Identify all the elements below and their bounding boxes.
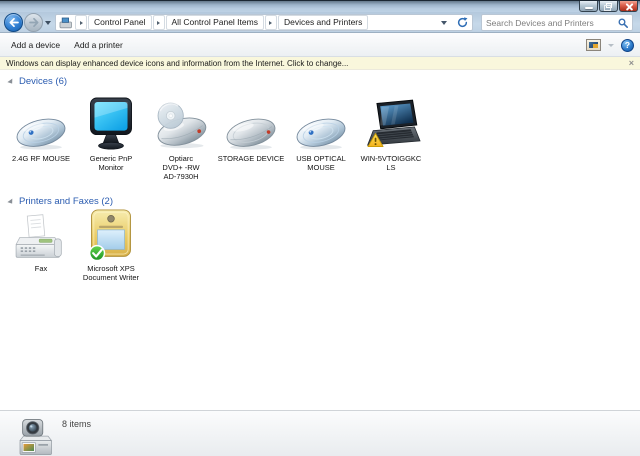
printer-tile-fax[interactable]: Fax (6, 206, 76, 282)
chevron-right-icon (269, 20, 273, 25)
breadcrumb-all-control-panel-items[interactable]: All Control Panel Items (165, 15, 264, 30)
device-tile-storage-device[interactable]: STORAGE DEVICE (216, 94, 286, 181)
dvd-drive-icon (154, 102, 210, 151)
minimize-button[interactable] (579, 1, 598, 12)
collapse-arrow-icon (7, 198, 15, 206)
devices-and-printers-window: Control Panel All Control Panel Items De… (0, 0, 640, 456)
device-label: Generic PnP Monitor (89, 154, 133, 172)
devices-collection-icon (13, 415, 55, 456)
info-bar-close-icon[interactable]: × (629, 58, 634, 68)
mouse-icon (293, 114, 349, 152)
add-a-device-button[interactable]: Add a device (4, 37, 67, 53)
change-view-button[interactable] (586, 39, 601, 51)
recent-pages-dropdown-icon[interactable] (45, 21, 51, 25)
search-icon[interactable] (618, 18, 628, 28)
devices-row: 2.4G RF MOUSE Generic PnP Monitor Optiar… (6, 94, 426, 181)
minimize-icon (585, 7, 593, 9)
devices-group-title: Devices (6) (19, 76, 68, 87)
details-pane: 8 items (0, 410, 640, 456)
info-bar-message: Windows can display enhanced device icon… (6, 58, 349, 68)
command-toolbar: Add a device Add a printer ? (0, 33, 640, 57)
device-tile-usb-optical-mouse[interactable]: USB OPTICAL MOUSE (286, 94, 356, 181)
items-count: 8 items (62, 419, 92, 429)
navigation-bar: Control Panel All Control Panel Items De… (0, 12, 640, 33)
monitor-icon (90, 97, 132, 150)
device-tile-generic-pnp-monitor[interactable]: Generic PnP Monitor (76, 94, 146, 181)
device-tile-optiarc-dvd-rw[interactable]: Optiarc DVD+ -RW AD-7930H (146, 94, 216, 181)
breadcrumb-separator[interactable] (152, 15, 165, 30)
refresh-icon (457, 17, 467, 28)
xps-printer-default-icon (88, 208, 132, 262)
back-button[interactable] (4, 13, 23, 32)
restore-icon (604, 3, 612, 11)
fax-icon (15, 214, 62, 258)
content-area: Devices (6) 2.4G RF MOUSE Generic PnP Mo… (0, 70, 640, 410)
close-button[interactable] (619, 1, 638, 12)
views-dropdown-icon[interactable] (608, 43, 614, 47)
printer-label: Microsoft XPS Document Writer (82, 264, 140, 282)
printer-label: Fax (34, 264, 48, 273)
device-label: USB OPTICAL MOUSE (296, 154, 346, 172)
breadcrumb-control-panel[interactable]: Control Panel (88, 15, 152, 30)
devices-group-header[interactable]: Devices (6) (7, 76, 68, 87)
search-input[interactable] (486, 17, 618, 28)
device-tile-24g-rf-mouse[interactable]: 2.4G RF MOUSE (6, 94, 76, 181)
chevron-right-icon (157, 20, 161, 25)
search-box (481, 14, 633, 31)
storage-device-icon (223, 114, 279, 152)
device-tile-win-5vtoiggkcls[interactable]: WIN-5VTOIGGKC LS (356, 94, 426, 181)
back-arrow-icon (9, 18, 19, 27)
device-label: 2.4G RF MOUSE (12, 154, 70, 163)
restore-button[interactable] (599, 1, 618, 12)
device-label: Optiarc DVD+ -RW AD-7930H (162, 154, 200, 181)
help-button[interactable]: ? (621, 38, 634, 52)
devices-and-printers-icon (59, 17, 72, 28)
laptop-warning-icon (367, 99, 421, 148)
forward-button[interactable] (24, 13, 43, 32)
info-bar[interactable]: Windows can display enhanced device icon… (0, 57, 640, 70)
breadcrumb-root-dropdown[interactable] (75, 15, 87, 30)
add-a-printer-button[interactable]: Add a printer (67, 37, 130, 53)
device-label: STORAGE DEVICE (217, 154, 285, 163)
printer-tile-microsoft-xps-document-writer[interactable]: Microsoft XPS Document Writer (76, 206, 146, 282)
mouse-icon (13, 114, 69, 152)
device-label: WIN-5VTOIGGKC LS (360, 154, 422, 172)
forward-arrow-icon (28, 18, 38, 27)
refresh-button[interactable] (454, 16, 470, 29)
title-bar (0, 0, 640, 12)
address-dropdown-icon[interactable] (441, 20, 447, 25)
breadcrumb-separator[interactable] (264, 15, 277, 30)
breadcrumb-devices-and-printers[interactable]: Devices and Printers (277, 15, 369, 30)
address-bar[interactable]: Control Panel All Control Panel Items De… (55, 14, 473, 31)
chevron-right-icon (79, 20, 83, 25)
collapse-arrow-icon (7, 78, 15, 86)
printers-row: Fax Microsoft XPS Document Writer (6, 206, 146, 282)
